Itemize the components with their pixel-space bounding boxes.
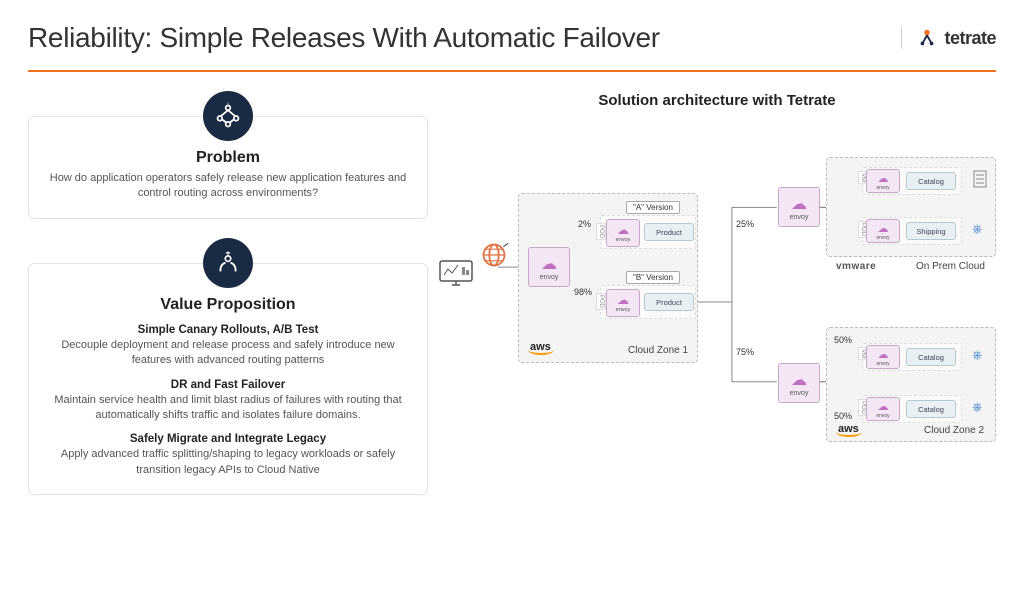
problem-card: ! Problem How do application operators s… (28, 116, 428, 219)
envoy-label: envoy (876, 413, 889, 419)
envoy-icon: ☁ (878, 172, 889, 185)
dashboard-icon (438, 257, 474, 294)
pct-50b: 50% (834, 411, 852, 421)
pct-50a: 50% (834, 335, 852, 345)
value-icon (203, 238, 253, 288)
envoy-catalog-z2a: ☁ envoy (866, 345, 900, 369)
pod-tag-a: POD (596, 223, 606, 240)
page-title: Reliability: Simple Releases With Automa… (28, 22, 660, 54)
envoy-onprem: ☁ envoy (778, 187, 820, 227)
product-b: Product (644, 293, 694, 311)
k8s-icon-z2a: ⎈ (972, 347, 982, 363)
value-sub-0: Simple Canary Rollouts, A/B Test (47, 324, 409, 336)
envoy-icon: ☁ (617, 223, 629, 237)
right-column: Solution architecture with Tetrate (438, 92, 996, 507)
envoy-catalog-onprem: ☁ envoy (866, 169, 900, 193)
content: ! Problem How do application operators s… (0, 72, 1024, 527)
envoy-label: envoy (790, 214, 809, 221)
vmware-label: vmware (836, 261, 876, 272)
aws-swoosh-1 (528, 345, 554, 355)
shipping-onprem: Shipping (906, 222, 956, 240)
value-text-1: Maintain service health and limit blast … (47, 393, 409, 424)
envoy-label: envoy (540, 274, 559, 281)
k8s-icon-z2b: ⎈ (972, 399, 982, 415)
envoy-shipping-onprem: ☁ envoy (866, 219, 900, 243)
zone1-label: Cloud Zone 1 (628, 345, 688, 356)
version-a-tag: "A" Version (626, 201, 680, 214)
zone2-label: Cloud Zone 2 (924, 425, 984, 436)
pct-25: 25% (736, 219, 754, 229)
tetrate-logo: tetrate (901, 27, 996, 49)
onprem-label: On Prem Cloud (916, 261, 985, 272)
envoy-label: envoy (790, 390, 809, 397)
server-icon (972, 169, 988, 192)
product-a: Product (644, 223, 694, 241)
envoy-icon: ☁ (617, 293, 629, 307)
header: Reliability: Simple Releases With Automa… (0, 0, 1024, 64)
envoy-icon: ☁ (878, 400, 889, 413)
catalog-z2b: Catalog (906, 400, 956, 418)
problem-text: How do application operators safely rele… (47, 171, 409, 202)
envoy-label: envoy (616, 237, 631, 243)
envoy-label: envoy (616, 307, 631, 313)
architecture-diagram: ☁ envoy "A" Version POD ☁ envoy Product … (438, 127, 996, 507)
version-b-tag: "B" Version (626, 271, 680, 284)
envoy-icon: ☁ (791, 194, 807, 214)
envoy-label: envoy (876, 185, 889, 191)
problem-icon: ! (203, 91, 253, 141)
problem-title: Problem (47, 149, 409, 167)
aws-swoosh-2 (836, 427, 862, 437)
pod-tag-b: POD (596, 293, 606, 310)
svg-text:!: ! (227, 102, 228, 105)
value-sub-1: DR and Fast Failover (47, 379, 409, 391)
logo-text: tetrate (944, 28, 996, 49)
envoy-label: envoy (876, 361, 889, 367)
left-column: ! Problem How do application operators s… (28, 92, 428, 507)
pct-2: 2% (578, 219, 591, 229)
envoy-icon: ☁ (791, 370, 807, 390)
value-card: Value Proposition Simple Canary Rollouts… (28, 263, 428, 495)
value-text-0: Decouple deployment and release process … (47, 338, 409, 369)
tetrate-logo-icon (916, 27, 938, 49)
envoy-icon: ☁ (878, 348, 889, 361)
value-sub-2: Safely Migrate and Integrate Legacy (47, 433, 409, 445)
globe-icon (480, 241, 508, 274)
value-title: Value Proposition (47, 296, 409, 314)
envoy-gateway-zone1: ☁ envoy (528, 247, 570, 287)
catalog-onprem: Catalog (906, 172, 956, 190)
value-text-2: Apply advanced traffic splitting/shaping… (47, 447, 409, 478)
pct-98: 98% (574, 287, 592, 297)
envoy-catalog-z2b: ☁ envoy (866, 397, 900, 421)
envoy-b: ☁ envoy (606, 289, 640, 317)
envoy-zone2: ☁ envoy (778, 363, 820, 403)
envoy-icon: ☁ (878, 222, 889, 235)
k8s-icon-onprem: ⎈ (972, 221, 982, 237)
catalog-z2a: Catalog (906, 348, 956, 366)
pct-75: 75% (736, 347, 754, 357)
envoy-icon: ☁ (541, 254, 557, 274)
architecture-title: Solution architecture with Tetrate (438, 92, 996, 109)
envoy-a: ☁ envoy (606, 219, 640, 247)
envoy-label: envoy (876, 235, 889, 241)
